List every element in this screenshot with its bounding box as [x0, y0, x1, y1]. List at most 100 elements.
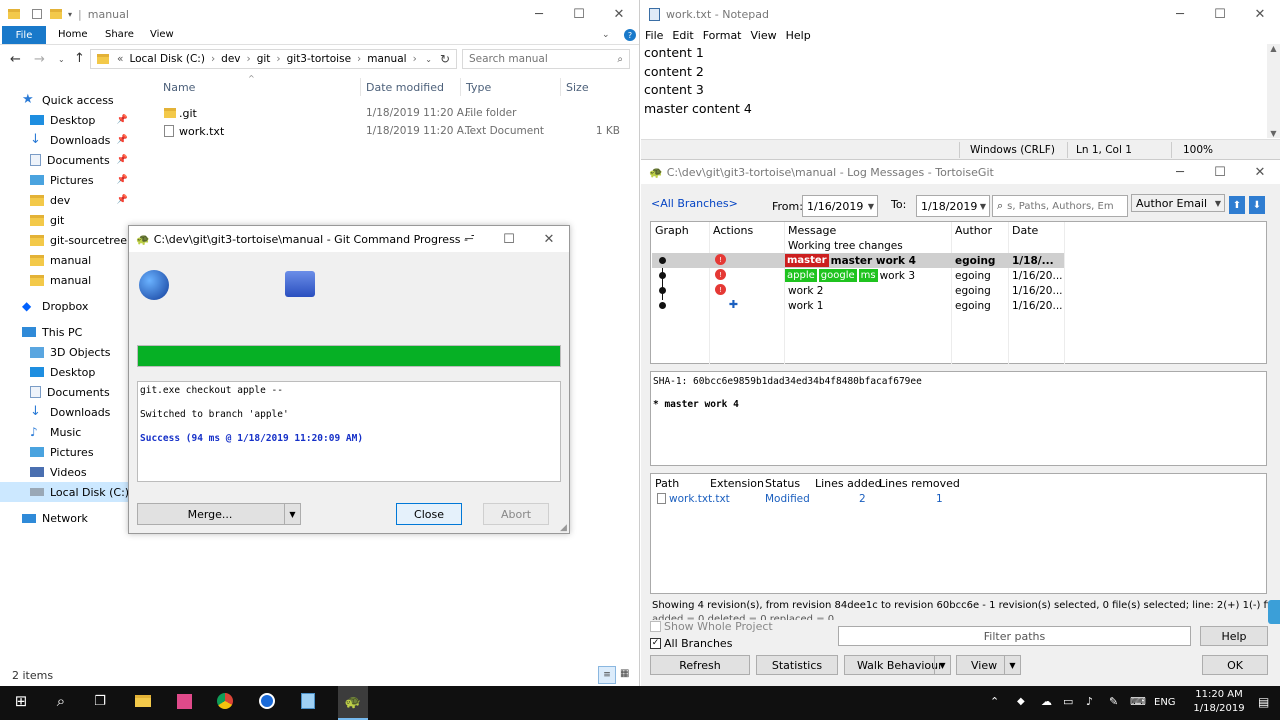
- ribbon-tab-share[interactable]: Share: [105, 29, 134, 40]
- pin-icon[interactable]: 📌: [117, 155, 128, 165]
- menu-format[interactable]: Format: [703, 29, 742, 42]
- statistics-button[interactable]: Statistics: [756, 655, 838, 675]
- log-search-input[interactable]: [1007, 200, 1118, 212]
- minimize-button[interactable]: ─: [1160, 160, 1200, 184]
- minimize-button[interactable]: ─: [519, 0, 559, 28]
- nav-quick-git[interactable]: git: [0, 210, 134, 230]
- col-header-name[interactable]: Name: [163, 81, 195, 94]
- start-windows-icon[interactable]: ⊞: [10, 690, 32, 712]
- qat-properties-icon[interactable]: [32, 9, 42, 19]
- nav-network[interactable]: Network: [0, 508, 134, 528]
- col-divider[interactable]: [560, 78, 561, 96]
- tray-clock[interactable]: 11:20 AM 1/18/2019: [1184, 688, 1254, 716]
- maximize-button[interactable]: ☐: [489, 226, 529, 252]
- breadcrumb-dev[interactable]: dev: [221, 53, 240, 65]
- breadcrumb-git[interactable]: git: [257, 53, 271, 65]
- col-header-author[interactable]: Author: [955, 222, 992, 238]
- ribbon-expand-icon[interactable]: ⌄: [602, 30, 610, 40]
- tray-network-icon[interactable]: ▭: [1063, 695, 1073, 708]
- pin-icon[interactable]: 📌: [117, 115, 128, 125]
- minimize-button[interactable]: ─: [449, 226, 489, 252]
- close-button[interactable]: ✕: [1240, 0, 1280, 28]
- col-header-extension[interactable]: Extension: [710, 475, 764, 491]
- nav-quick-documents[interactable]: Documents 📌: [0, 150, 134, 170]
- breadcrumb-overflow[interactable]: «: [117, 53, 123, 65]
- tray-volume-icon[interactable]: ♪: [1086, 695, 1093, 708]
- to-date-picker[interactable]: 1/18/2019 ▼: [916, 195, 990, 217]
- notepad-titlebar[interactable]: work.txt - Notepad ─ ☐ ✕: [641, 0, 1280, 28]
- breadcrumb-git3-tortoise[interactable]: git3-tortoise: [287, 53, 351, 65]
- nav-quick-desktop[interactable]: Desktop 📌: [0, 110, 134, 130]
- col-divider[interactable]: [360, 78, 361, 96]
- tray-pen-icon[interactable]: ✎: [1109, 695, 1118, 708]
- revision-row[interactable]: ! apple google ms work 3 egoing 1/16/20.…: [652, 268, 1064, 283]
- resize-grip-icon[interactable]: [1268, 600, 1280, 624]
- up-button[interactable]: ↑: [74, 51, 85, 66]
- back-button[interactable]: ←: [10, 52, 21, 67]
- col-header-status[interactable]: Status: [765, 475, 800, 491]
- scroll-up-icon[interactable]: ▲: [1267, 44, 1280, 53]
- breadcrumb-local-disk[interactable]: Local Disk (C:): [129, 53, 205, 65]
- col-divider[interactable]: [460, 78, 461, 96]
- search-box[interactable]: ⌕: [462, 49, 630, 69]
- merge-button[interactable]: Merge... ▼: [137, 503, 301, 525]
- ribbon-tab-file[interactable]: File: [2, 26, 46, 44]
- maximize-button[interactable]: ☐: [559, 0, 599, 28]
- notepad-scrollbar[interactable]: ▲ ▼: [1267, 44, 1280, 138]
- nav-pc-desktop[interactable]: Desktop: [0, 362, 134, 382]
- nav-this-pc[interactable]: This PC: [0, 322, 134, 342]
- nav-pc-local-disk[interactable]: Local Disk (C:): [0, 482, 134, 502]
- maximize-button[interactable]: ☐: [1200, 160, 1240, 184]
- file-row[interactable]: work.txt 1/18/2019 11:20 A... Text Docum…: [160, 123, 630, 139]
- from-date-picker[interactable]: 1/16/2019 ▼: [802, 195, 878, 217]
- nav-pc-videos[interactable]: Videos: [0, 462, 134, 482]
- qat-dropdown-icon[interactable]: ▾: [68, 10, 72, 19]
- tortoisegit-taskbar-icon[interactable]: 🐢: [338, 686, 368, 720]
- file-row[interactable]: work.txt .txt Modified 2 1: [652, 491, 952, 506]
- help-button[interactable]: Help: [1200, 626, 1268, 646]
- 1password-taskbar-icon[interactable]: [256, 690, 278, 712]
- address-bar[interactable]: « Local Disk (C:) › dev › git › git3-tor…: [90, 49, 457, 69]
- search-icon[interactable]: ⌕: [617, 54, 623, 65]
- next-arrow-down-icon[interactable]: ⬇: [1249, 196, 1265, 214]
- nav-pc-pictures[interactable]: Pictures: [0, 442, 134, 462]
- command-output[interactable]: git.exe checkout apple -- Switched to br…: [137, 381, 561, 482]
- task-view-icon[interactable]: ❐: [89, 690, 111, 712]
- nav-pc-documents[interactable]: Documents: [0, 382, 134, 402]
- nav-quick-manual-1[interactable]: manual: [0, 250, 134, 270]
- explorer-titlebar[interactable]: ▾ | manual ─ ☐ ✕: [0, 0, 639, 28]
- log-search-box[interactable]: ⌕: [992, 195, 1128, 217]
- tray-chevron-up-icon[interactable]: ⌃: [990, 695, 999, 708]
- revision-row[interactable]: ! master master work 4 egoing 1/18/...: [652, 253, 1064, 268]
- nav-quick-pictures[interactable]: Pictures 📌: [0, 170, 134, 190]
- revision-row[interactable]: ! work 2 egoing 1/16/20...: [652, 283, 1064, 298]
- forward-button[interactable]: →: [34, 52, 45, 67]
- pin-icon[interactable]: 📌: [117, 135, 128, 145]
- file-explorer-taskbar-icon[interactable]: [132, 690, 154, 712]
- breadcrumb-manual[interactable]: manual: [367, 53, 406, 65]
- show-whole-project-checkbox[interactable]: Show Whole Project: [650, 620, 773, 633]
- chevron-down-icon[interactable]: ▼: [1004, 656, 1020, 674]
- working-tree-row[interactable]: Working tree changes: [788, 238, 903, 253]
- qat-newfolder-icon[interactable]: [50, 9, 62, 19]
- revision-row[interactable]: ✚ work 1 egoing 1/16/20...: [652, 298, 1064, 313]
- search-icon[interactable]: ⌕: [50, 690, 72, 712]
- col-header-size[interactable]: Size: [566, 81, 589, 94]
- chrome-taskbar-icon[interactable]: [214, 690, 236, 712]
- notepad-text-area[interactable]: content 1 content 2 content 3 master con…: [641, 44, 1267, 138]
- col-header-path[interactable]: Path: [655, 475, 679, 491]
- chevron-down-icon[interactable]: ▼: [934, 656, 950, 674]
- nav-pc-music[interactable]: ♪ Music: [0, 422, 134, 442]
- tray-dropbox-icon[interactable]: ◆: [1017, 696, 1025, 707]
- address-dropdown-icon[interactable]: ⌄: [425, 55, 432, 64]
- help-icon[interactable]: ?: [624, 29, 636, 41]
- nav-dropbox[interactable]: ◆ Dropbox: [0, 296, 134, 316]
- nav-quick-git-sourcetree[interactable]: git-sourcetree: [0, 230, 134, 250]
- notepad-taskbar-icon[interactable]: [297, 690, 319, 712]
- col-header-lines-removed[interactable]: Lines removed: [879, 475, 960, 491]
- nav-pc-3d-objects[interactable]: 3D Objects: [0, 342, 134, 362]
- pin-icon[interactable]: 📌: [117, 175, 128, 185]
- chevron-down-icon[interactable]: ▼: [284, 504, 300, 524]
- app-taskbar-icon[interactable]: [173, 690, 195, 712]
- scroll-down-icon[interactable]: ▼: [1267, 129, 1280, 138]
